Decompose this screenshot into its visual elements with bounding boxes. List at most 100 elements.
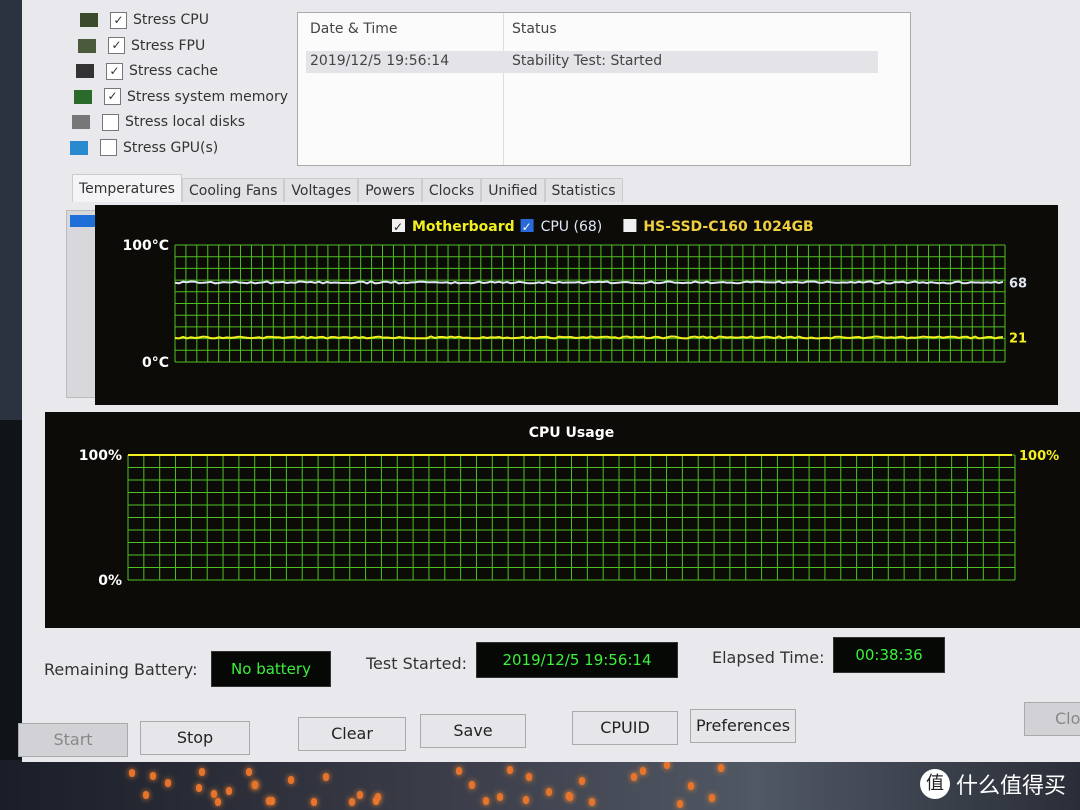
tab-clocks[interactable]: Clocks — [422, 178, 481, 202]
lantern — [215, 798, 221, 806]
watermark-logo: 值 — [920, 769, 950, 799]
battery-value: No battery — [211, 651, 331, 687]
tab-voltages[interactable]: Voltages — [284, 178, 358, 202]
checkbox[interactable] — [102, 114, 119, 131]
lantern — [349, 798, 355, 806]
lantern — [323, 773, 329, 781]
save-button[interactable]: Save — [420, 714, 526, 748]
tab-unified[interactable]: Unified — [481, 178, 544, 202]
log-row[interactable]: 2019/12/5 19:56:14 Stability Test: Start… — [306, 51, 878, 73]
fpu-icon — [78, 39, 96, 53]
chart-title: CPU Usage — [529, 425, 614, 441]
cpuid-button[interactable]: CPUID — [572, 711, 678, 745]
check-icon: ✓ — [393, 220, 403, 234]
lantern — [640, 767, 646, 775]
check-icon: ✓ — [522, 220, 532, 234]
lantern — [688, 782, 694, 790]
cache-chip-icon — [76, 64, 94, 78]
battery-label: Remaining Battery: — [44, 660, 198, 679]
checkbox[interactable]: ✓ — [110, 12, 127, 29]
lantern — [631, 773, 637, 781]
lantern — [469, 781, 475, 789]
start-button[interactable]: Start — [18, 723, 128, 757]
stress-option-label: Stress GPU(s) — [123, 140, 218, 156]
close-button[interactable]: Clo — [1024, 702, 1080, 736]
stress-option-label: Stress cache — [129, 63, 218, 79]
lantern — [526, 773, 532, 781]
tab-statistics[interactable]: Statistics — [545, 178, 623, 202]
lantern — [507, 766, 513, 774]
memory-module-icon — [74, 90, 92, 104]
temperature-chart: 100°C 0°C 68 21 ✓ Motherboard ✓ CPU (68) HS-SSD-… — [95, 205, 1058, 405]
checkbox[interactable]: ✓ — [106, 63, 123, 80]
event-log[interactable]: Date & Time Status 2019/12/5 19:56:14 St… — [297, 12, 911, 166]
watermark-text: 什么值得买 — [956, 768, 1066, 800]
lantern — [311, 798, 317, 806]
elapsed-time-label: Elapsed Time: — [712, 648, 824, 667]
stress-option[interactable]: ✓ Stress FPU — [78, 36, 205, 56]
checkbox[interactable]: ✓ — [104, 88, 121, 105]
disk-drive-icon — [72, 115, 90, 129]
stress-option[interactable]: ✓ Stress cache — [76, 61, 218, 81]
legend-entry: CPU (68) — [541, 219, 603, 235]
log-status: Stability Test: Started — [512, 53, 662, 69]
lantern — [709, 794, 715, 802]
lantern — [129, 769, 135, 777]
lantern — [288, 776, 294, 784]
stress-option-label: Stress CPU — [133, 12, 209, 28]
stop-button[interactable]: Stop — [140, 721, 250, 755]
y-axis-bottom-label: 0% — [98, 573, 122, 589]
stress-option[interactable]: Stress GPU(s) — [70, 138, 218, 158]
series-end-label: 21 — [1009, 331, 1027, 346]
tab-cooling-fans[interactable]: Cooling Fans — [182, 178, 284, 202]
column-divider — [503, 13, 504, 165]
lantern — [677, 800, 683, 808]
lantern — [375, 793, 381, 801]
lantern — [567, 793, 573, 801]
checkbox[interactable]: ✓ — [108, 37, 125, 54]
stress-option[interactable]: Stress local disks — [72, 112, 245, 132]
lantern — [718, 764, 724, 772]
lantern — [211, 790, 217, 798]
lantern — [579, 777, 585, 785]
y-axis-top-label: 100°C — [123, 238, 170, 254]
checkbox[interactable] — [100, 139, 117, 156]
stress-option-label: Stress local disks — [125, 114, 245, 130]
series-end-label: 68 — [1009, 276, 1027, 291]
lantern — [143, 791, 149, 799]
stress-option-label: Stress system memory — [127, 89, 288, 105]
legend-entry: Motherboard — [412, 219, 515, 235]
column-header-datetime[interactable]: Date & Time — [310, 21, 398, 37]
lantern — [165, 779, 171, 787]
preferences-button[interactable]: Preferences — [690, 709, 796, 743]
lantern — [246, 768, 252, 776]
tab-temperatures[interactable]: Temperatures — [72, 174, 182, 202]
monitor-icon — [70, 141, 88, 155]
background-window — [0, 0, 22, 420]
stress-option-label: Stress FPU — [131, 38, 205, 54]
test-started-value: 2019/12/5 19:56:14 — [476, 642, 678, 678]
tab-powers[interactable]: Powers — [358, 178, 422, 202]
lantern — [523, 796, 529, 804]
lantern — [546, 788, 552, 796]
desktop-wallpaper — [0, 760, 1080, 810]
column-header-status[interactable]: Status — [512, 21, 557, 37]
cpu-chip-icon — [80, 13, 98, 27]
lantern — [497, 793, 503, 801]
legend-entry: HS-SSD-C160 1024GB — [643, 219, 813, 235]
y-axis-bottom-label: 0°C — [142, 355, 169, 371]
elapsed-time-value: 00:38:36 — [833, 637, 945, 673]
y-axis-top-label: 100% — [79, 448, 122, 464]
lantern — [199, 768, 205, 776]
lantern — [196, 784, 202, 792]
series-line-cpu — [175, 281, 1003, 283]
clear-button[interactable]: Clear — [298, 717, 406, 751]
lantern — [483, 797, 489, 805]
lantern — [226, 787, 232, 795]
stress-option[interactable]: ✓ Stress CPU — [80, 10, 209, 30]
test-started-label: Test Started: — [366, 654, 467, 673]
lantern — [357, 791, 363, 799]
log-datetime: 2019/12/5 19:56:14 — [310, 53, 449, 69]
lantern — [252, 781, 258, 789]
stress-option[interactable]: ✓ Stress system memory — [74, 87, 288, 107]
